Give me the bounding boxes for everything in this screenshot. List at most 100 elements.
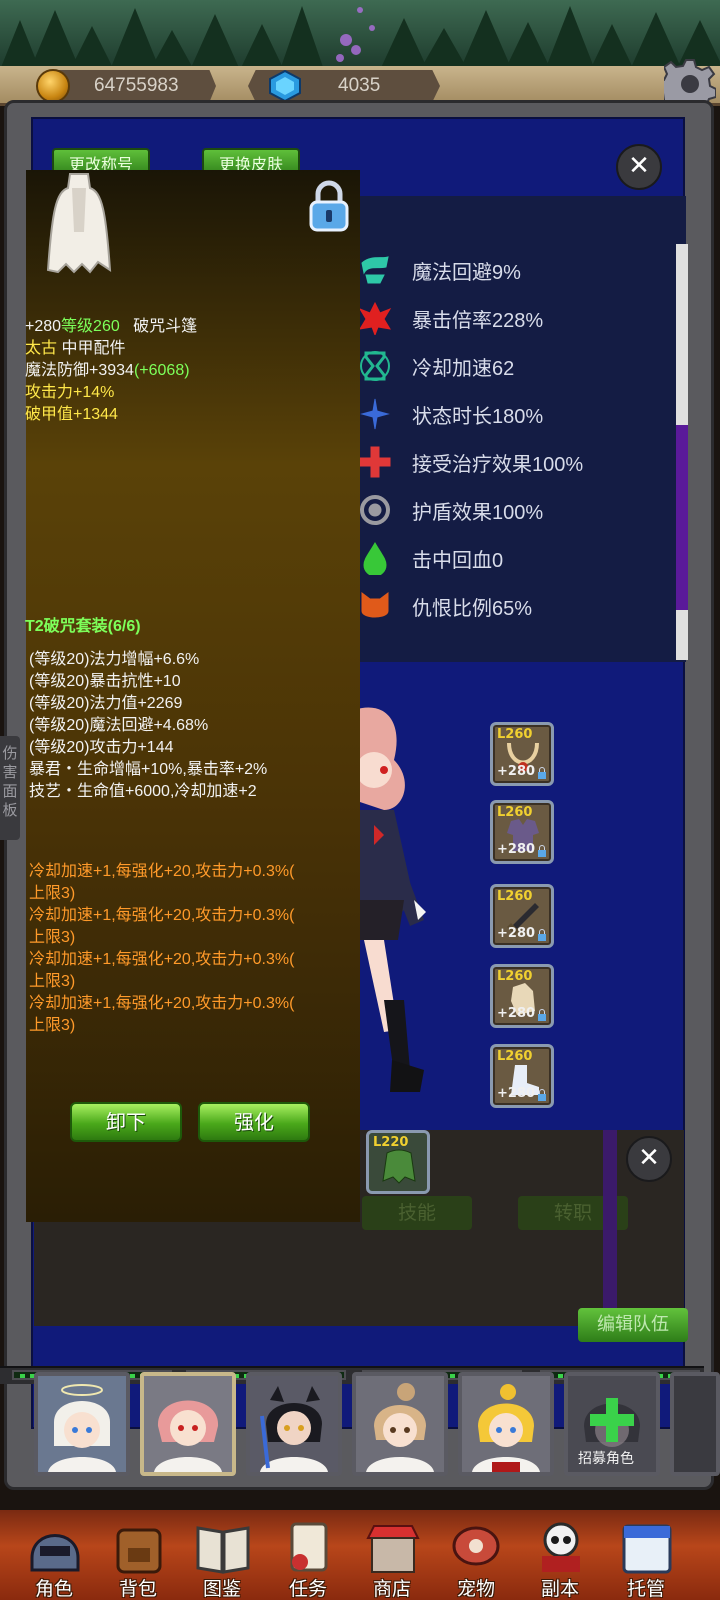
- equipment-slot[interactable]: L260 +280: [490, 722, 554, 786]
- equipment-slot[interactable]: L260 +280: [490, 964, 554, 1028]
- shop-icon: [366, 1525, 420, 1573]
- skills-tab[interactable]: 技能: [362, 1196, 472, 1230]
- nav-label: 背包: [118, 1578, 157, 1600]
- stat-row: 护盾效果100%: [358, 492, 543, 528]
- recruit-label: 招募角色: [578, 1451, 634, 1467]
- calendar-icon: [622, 1524, 672, 1574]
- roster-hero[interactable]: [246, 1372, 342, 1476]
- cloak-icon: [382, 1149, 416, 1184]
- set-bonus-line: (等级20)魔法回避+4.68%: [29, 717, 209, 734]
- set-bonus-line: 技艺・生命值+6000,冷却加速+2: [29, 783, 257, 800]
- item-slot-type: 中甲配件: [61, 340, 126, 357]
- stat-label: 暴击倍率228%: [412, 309, 544, 332]
- meat-icon: [452, 1526, 500, 1566]
- gem-amount: 4035: [338, 75, 381, 96]
- special-effect-line: 冷却加速+1,每强化+20,攻击力+0.3%(: [29, 951, 295, 968]
- edit-team-button[interactable]: 编辑队伍: [578, 1308, 688, 1342]
- stat-label: 击中回血0: [412, 549, 504, 572]
- hourglass-icon: [360, 351, 390, 381]
- nav-label: 托管: [626, 1578, 665, 1600]
- nav-item[interactable]: 背包: [98, 1516, 178, 1600]
- nav-item[interactable]: 托管: [606, 1516, 686, 1600]
- item-main-bonus: (+6068): [133, 362, 190, 379]
- set-bonus-line: (等级20)法力增幅+6.6%: [29, 651, 200, 668]
- stat-row: 魔法回避9%: [358, 252, 521, 288]
- lock-icon: [538, 767, 546, 779]
- shield-ring-icon: [360, 495, 390, 525]
- nav-item[interactable]: 商店: [352, 1516, 432, 1600]
- roster-hero[interactable]: [352, 1372, 448, 1476]
- blood-drop-icon: [363, 542, 387, 575]
- book-icon: [196, 1526, 250, 1574]
- special-effect-line: 冷却加速+1,每强化+20,攻击力+0.3%(: [29, 907, 295, 924]
- nav-item[interactable]: 副本: [520, 1516, 600, 1600]
- roster-hero-selected[interactable]: [140, 1372, 236, 1476]
- slot-enhance: +280: [497, 1006, 536, 1021]
- gem-icon: [269, 70, 301, 102]
- cloak-slot[interactable]: L220: [366, 1130, 430, 1194]
- equipment-slot[interactable]: L260 +280: [490, 800, 554, 864]
- slot-level: L260: [497, 727, 533, 742]
- nav-item[interactable]: 角色: [14, 1516, 94, 1600]
- equipment-slot[interactable]: L260 +280: [490, 1044, 554, 1108]
- helmet-icon: [30, 1534, 80, 1572]
- slot-level: L260: [497, 969, 533, 984]
- item-level: 等级260: [61, 318, 120, 335]
- slot-enhance: +280: [497, 1086, 536, 1101]
- stat-label: 冷却加速62: [412, 357, 515, 380]
- item-enhance-level: +280: [25, 318, 62, 335]
- item-name: 破咒斗篷: [133, 318, 198, 335]
- backpack-icon: [116, 1528, 162, 1574]
- nav-item[interactable]: 任务: [268, 1516, 348, 1600]
- hero-portrait: [144, 1376, 232, 1472]
- duration-icon: [360, 398, 390, 430]
- skull-icon: [542, 1522, 580, 1572]
- recruit-hero-slot[interactable]: 招募角色: [564, 1372, 660, 1476]
- heal-cross-icon: [359, 446, 391, 478]
- gold-amount: 64755983: [94, 75, 179, 96]
- set-title: T2破咒套装(6/6): [25, 618, 141, 635]
- slot-enhance: +280: [497, 842, 536, 857]
- subwindow-scrollbar[interactable]: [603, 1130, 617, 1326]
- item-sub-stat: 攻击力+14%: [25, 384, 115, 401]
- lock-icon: [538, 929, 546, 941]
- demon-face-icon: [361, 592, 389, 618]
- nav-item[interactable]: 宠物: [436, 1516, 516, 1600]
- enhance-button[interactable]: 强化: [198, 1102, 310, 1142]
- lock-icon[interactable]: [308, 178, 350, 234]
- lock-icon: [538, 845, 546, 857]
- special-effect-line: 冷却加速+1,每强化+20,攻击力+0.3%(: [29, 995, 295, 1012]
- set-bonus-line: (等级20)暴击抗性+10: [29, 673, 181, 690]
- stat-row: 接受治疗效果100%: [358, 444, 583, 480]
- stats-scrollbar-thumb[interactable]: [676, 425, 688, 610]
- gold-coin-icon: [36, 69, 70, 103]
- roster-hero[interactable]: [458, 1372, 554, 1476]
- nav-label: 副本: [540, 1578, 579, 1600]
- stat-label: 护盾效果100%: [412, 501, 544, 524]
- hero-portrait: [356, 1376, 444, 1472]
- stat-row: 冷却加速62: [358, 348, 514, 384]
- scroll-icon: [290, 1522, 328, 1572]
- nav-item[interactable]: 图鉴: [182, 1516, 262, 1600]
- slot-enhance: +280: [497, 926, 536, 941]
- lock-icon: [538, 1009, 546, 1021]
- close-icon[interactable]: ✕: [616, 144, 662, 190]
- special-effect-line: 上限3): [29, 885, 76, 902]
- roster-hero[interactable]: [34, 1372, 130, 1476]
- wind-icon: [361, 256, 389, 284]
- slot-level: L260: [497, 1049, 533, 1064]
- unequip-button[interactable]: 卸下: [70, 1102, 182, 1142]
- item-tier: 太古: [25, 340, 58, 357]
- roster-hero-partial[interactable]: [670, 1372, 720, 1476]
- damage-panel-tab[interactable]: 伤害面板: [0, 736, 20, 840]
- item-main-stat: 魔法防御+3934: [25, 362, 134, 379]
- stat-label: 魔法回避9%: [412, 261, 521, 284]
- nav-label: 图鉴: [202, 1578, 241, 1600]
- item-type-line: 太古 中甲配件: [25, 338, 125, 360]
- set-bonus-line: (等级20)法力值+2269: [29, 695, 183, 712]
- close-icon[interactable]: ✕: [626, 1136, 672, 1182]
- special-effect-line: 上限3): [29, 1017, 76, 1034]
- set-bonus-line: (等级20)攻击力+144: [29, 739, 174, 756]
- stat-row: 击中回血0: [358, 540, 503, 576]
- equipment-slot[interactable]: L260 +280: [490, 884, 554, 948]
